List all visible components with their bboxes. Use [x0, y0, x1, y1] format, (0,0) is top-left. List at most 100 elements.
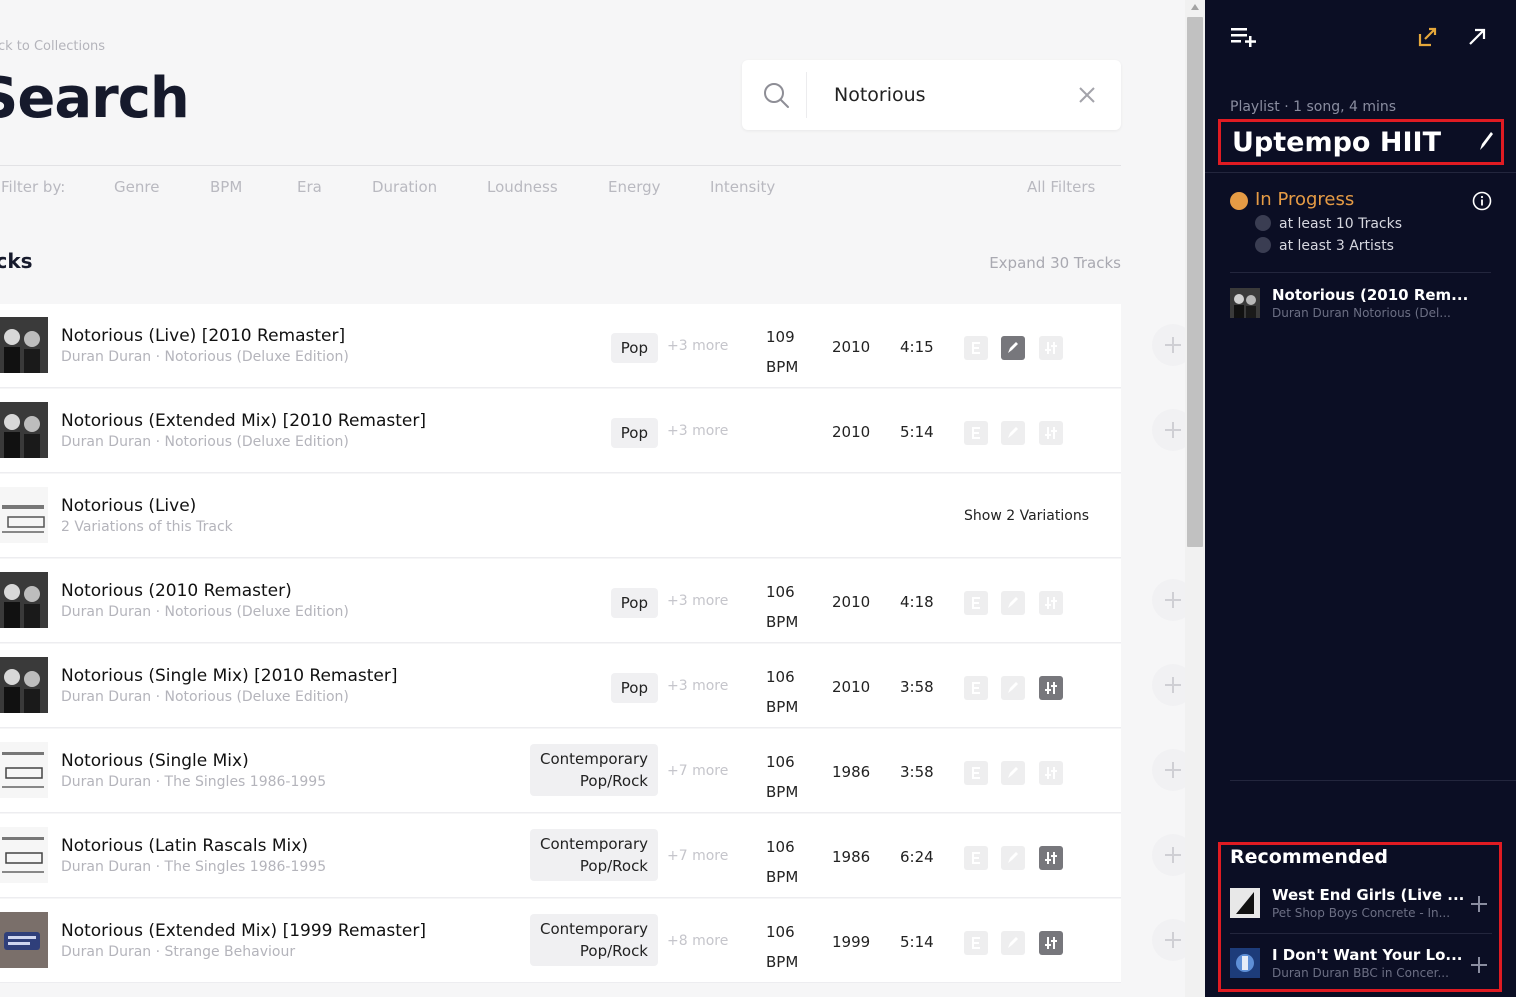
filter-energy[interactable]: Energy: [608, 178, 661, 196]
add-track-button[interactable]: [1152, 749, 1185, 791]
more-genres[interactable]: +3 more: [667, 593, 728, 609]
pencil-icon[interactable]: [1001, 676, 1025, 700]
add-to-queue-icon[interactable]: [1231, 26, 1259, 48]
track-title[interactable]: Notorious (Live): [61, 496, 196, 516]
open-external-arrow-icon[interactable]: [1468, 28, 1486, 46]
track-row[interactable]: Notorious (2010 Remaster) Duran Duran · …: [0, 559, 1185, 643]
recommended-track-title[interactable]: I Don't Want Your Lo...: [1272, 946, 1462, 964]
track-row[interactable]: Notorious (Extended Mix) [1999 Remaster]…: [0, 899, 1185, 983]
add-recommended-plus-icon[interactable]: [1470, 895, 1488, 913]
track-row[interactable]: Notorious (Single Mix) Duran Duran · The…: [0, 729, 1185, 813]
scrollbar-thumb[interactable]: [1187, 17, 1203, 547]
header-divider: [0, 165, 1121, 166]
mixer-icon[interactable]: [1039, 676, 1063, 700]
more-genres[interactable]: +8 more: [667, 933, 728, 949]
track-subtitle: Duran Duran · The Singles 1986-1995: [61, 859, 327, 875]
row-background: [0, 474, 1121, 558]
explicit-icon: [964, 931, 988, 955]
row-background: [0, 559, 1121, 643]
bpm-unit: BPM: [766, 698, 799, 716]
more-genres[interactable]: +7 more: [667, 763, 728, 779]
add-track-button[interactable]: [1152, 579, 1185, 621]
mixer-icon[interactable]: [1039, 421, 1063, 445]
pencil-icon[interactable]: [1001, 591, 1025, 615]
requirement-text: at least 3 Artists: [1279, 238, 1394, 254]
filter-duration[interactable]: Duration: [372, 178, 437, 196]
add-track-button[interactable]: [1152, 834, 1185, 876]
playlist-track-title[interactable]: Notorious (2010 Rem...: [1272, 286, 1468, 304]
scroll-up-arrow-icon[interactable]: [1191, 4, 1199, 10]
plus-icon: [1165, 847, 1181, 863]
filter-genre[interactable]: Genre: [114, 178, 159, 196]
track-title[interactable]: Notorious (Single Mix): [61, 751, 249, 771]
add-track-button[interactable]: [1152, 409, 1185, 451]
mixer-icon[interactable]: [1039, 931, 1063, 955]
explicit-icon: [964, 846, 988, 870]
track-row[interactable]: Notorious (Single Mix) [2010 Remaster] D…: [0, 644, 1185, 728]
back-to-collections-link[interactable]: ack to Collections: [0, 39, 105, 54]
filter-intensity[interactable]: Intensity: [710, 178, 775, 196]
scrollbar[interactable]: [1185, 0, 1205, 997]
track-title[interactable]: Notorious (Extended Mix) [1999 Remaster]: [61, 921, 426, 941]
more-genres[interactable]: +3 more: [667, 423, 728, 439]
plus-icon: [1165, 932, 1181, 948]
add-track-button[interactable]: [1152, 664, 1185, 706]
pencil-icon[interactable]: [1001, 336, 1025, 360]
track-title[interactable]: Notorious (Extended Mix) [2010 Remaster]: [61, 411, 426, 431]
genre-badge: Contemporary Pop/Rock: [530, 829, 658, 881]
playlist-status: In Progress: [1255, 189, 1355, 210]
show-variations-button[interactable]: Show 2 Variations: [964, 508, 1089, 524]
add-track-button[interactable]: [1152, 324, 1185, 366]
recommended-track-title[interactable]: West End Girls (Live ...: [1272, 886, 1464, 904]
track-row[interactable]: Notorious (Extended Mix) [2010 Remaster]…: [0, 389, 1185, 473]
genre-line-2: Pop/Rock: [579, 857, 648, 875]
all-filters-button[interactable]: All Filters: [1027, 178, 1095, 196]
track-title[interactable]: Notorious (Latin Rascals Mix): [61, 836, 308, 856]
track-title[interactable]: Notorious (Single Mix) [2010 Remaster]: [61, 666, 398, 686]
requirement-item: at least 3 Artists: [1255, 237, 1394, 254]
edit-pencil-icon[interactable]: [1477, 130, 1495, 152]
track-subtitle: Duran Duran · The Singles 1986-1995: [61, 774, 327, 790]
info-icon[interactable]: [1472, 191, 1492, 211]
filter-loudness[interactable]: Loudness: [487, 178, 558, 196]
filter-era[interactable]: Era: [297, 178, 322, 196]
mixer-icon[interactable]: [1039, 846, 1063, 870]
more-genres[interactable]: +3 more: [667, 338, 728, 354]
panel-divider: [1230, 272, 1491, 273]
pencil-icon[interactable]: [1001, 931, 1025, 955]
track-row[interactable]: Notorious (Live) [2010 Remaster] Duran D…: [0, 304, 1185, 388]
pencil-icon[interactable]: [1001, 846, 1025, 870]
in-progress-status-icon: [1230, 192, 1248, 210]
more-genres[interactable]: +3 more: [667, 678, 728, 694]
track-duration: 6:24: [900, 848, 934, 866]
bpm-unit: BPM: [766, 783, 799, 801]
bpm-unit: BPM: [766, 868, 799, 886]
explicit-icon: [964, 676, 988, 700]
playlist-title[interactable]: Uptempo HIIT: [1232, 127, 1441, 158]
search-divider: [806, 72, 807, 118]
expand-tracks-link[interactable]: Expand 30 Tracks: [989, 254, 1121, 272]
release-year: 2010: [832, 338, 871, 356]
filter-bpm[interactable]: BPM: [210, 178, 242, 196]
track-subtitle: Duran Duran · Strange Behaviour: [61, 944, 296, 960]
clear-search-icon[interactable]: [1076, 84, 1098, 106]
track-title[interactable]: Notorious (2010 Remaster): [61, 581, 292, 601]
mixer-icon[interactable]: [1039, 761, 1063, 785]
pencil-icon[interactable]: [1001, 761, 1025, 785]
playlist-track-art: [1230, 288, 1260, 318]
bpm-number: 106: [766, 753, 795, 771]
track-variations-row[interactable]: Notorious (Live) 2 Variations of this Tr…: [0, 474, 1185, 558]
pencil-icon[interactable]: [1001, 421, 1025, 445]
share-playlist-icon[interactable]: [1416, 26, 1438, 48]
track-row[interactable]: Notorious (Latin Rascals Mix) Duran Dura…: [0, 814, 1185, 898]
mixer-icon[interactable]: [1039, 336, 1063, 360]
mixer-icon[interactable]: [1039, 591, 1063, 615]
add-track-button[interactable]: [1152, 919, 1185, 961]
more-genres[interactable]: +7 more: [667, 848, 728, 864]
bpm-value: 109 BPM: [766, 322, 798, 382]
search-input[interactable]: [834, 80, 1054, 110]
track-title[interactable]: Notorious (Live) [2010 Remaster]: [61, 326, 345, 346]
track-subtitle: Duran Duran · Notorious (Deluxe Edition): [61, 689, 349, 705]
genre-line-1: Contemporary: [540, 750, 648, 768]
add-recommended-plus-icon[interactable]: [1470, 956, 1488, 974]
